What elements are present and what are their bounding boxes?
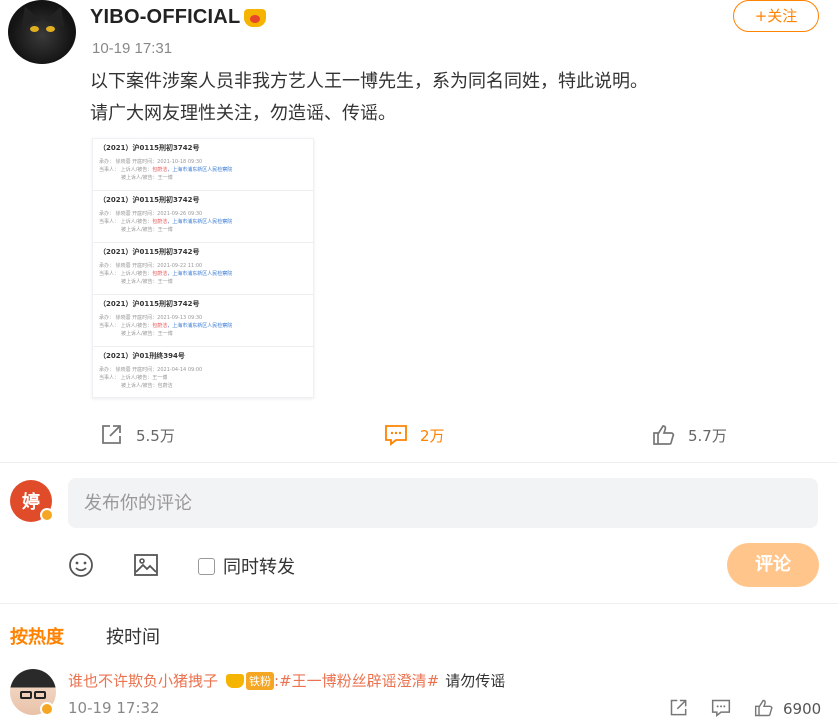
- case-number: （2021）沪0115刑初3742号: [99, 144, 200, 152]
- case-parties-text: 当事人： 上诉人/被告：: [99, 271, 153, 277]
- comment-content: 谁也不许欺负小猪拽子 铁粉 :#王一博粉丝辟谣澄清# 请勿传谣: [68, 670, 505, 691]
- author-avatar[interactable]: [8, 0, 76, 64]
- case-procuratorate: ，上海市浦东新区人民检察院: [167, 167, 233, 173]
- commenter-name[interactable]: 谁也不许欺负小猪拽子: [68, 670, 218, 691]
- post-text-line: 以下案件涉案人员非我方艺人王一博先生，系为同名同姓，特此说明。: [90, 71, 648, 92]
- case-record: （2021）沪0115刑初3742号 承办： 徐晓蓉 开庭时间：2021-09-2…: [93, 243, 313, 295]
- emoji-icon: [69, 553, 93, 577]
- emoji-button[interactable]: [68, 552, 94, 582]
- share-button[interactable]: 5.5万: [100, 424, 175, 446]
- case-parties: 当事人： 上诉人/被告：包蔚洁，上海市浦东新区人民检察院: [99, 218, 307, 226]
- case-parties: 当事人： 上诉人/被告：包蔚洁，上海市浦东新区人民检察院: [99, 322, 307, 330]
- case-parties-text: 当事人： 上诉人/被告：: [99, 219, 153, 225]
- checkbox-icon[interactable]: [198, 557, 215, 575]
- verified-badge-icon: [40, 702, 54, 716]
- case-defendant: 被上诉人/被告：王一博: [121, 227, 173, 233]
- image-icon: [134, 554, 158, 576]
- verified-badge-icon: [40, 508, 54, 522]
- comment-share-button[interactable]: [669, 698, 689, 722]
- comment-like-button[interactable]: [754, 698, 774, 722]
- comment-time: 10-19 17:32: [68, 699, 160, 717]
- comment-reply-button[interactable]: [711, 698, 731, 722]
- post-text-line: 请广大网友理性关注，勿造谣、传谣。: [90, 103, 396, 124]
- case-record: （2021）沪0115刑初3742号 承办： 徐晓蓉 开庭时间：2021-10-1…: [93, 139, 313, 191]
- case-parties-text: 当事人： 上诉人/被告：王一博: [99, 375, 168, 381]
- divider: [0, 603, 838, 604]
- case-party-name: 包蔚洁: [152, 271, 168, 277]
- case-procuratorate: ，上海市浦东新区人民检察院: [167, 219, 233, 225]
- crown-icon: [244, 8, 267, 27]
- like-button[interactable]: 5.7万: [652, 424, 727, 446]
- comment-like-count: 6900: [783, 700, 822, 718]
- case-record: （2021）沪0115刑初3742号 承办： 徐晓蓉 开庭时间：2021-09-2…: [93, 191, 313, 243]
- follow-button[interactable]: +关注: [733, 0, 819, 32]
- case-number: （2021）沪0115刑初3742号: [99, 196, 200, 204]
- case-procuratorate: ，上海市浦东新区人民检察院: [167, 271, 233, 277]
- my-avatar-char: 婷: [22, 492, 40, 513]
- case-procuratorate: ，上海市浦东新区人民检察院: [167, 323, 233, 329]
- case-parties-text: 当事人： 上诉人/被告：: [99, 167, 153, 173]
- sort-by-time-tab[interactable]: 按时间: [106, 623, 160, 649]
- like-count: 5.7万: [688, 426, 727, 445]
- case-parties: 当事人： 上诉人/被告：王一博: [99, 374, 307, 382]
- crown-icon: [226, 673, 245, 688]
- post-text: 以下案件涉案人员非我方艺人王一博先生，系为同名同姓，特此说明。 请广大网友理性关…: [90, 66, 648, 130]
- case-hearing: 承办： 徐晓蓉 开庭时间：2021-09-22 11:00: [99, 263, 203, 269]
- thumbs-up-icon: [754, 699, 773, 717]
- post-time[interactable]: 10-19 17:31: [92, 40, 172, 57]
- divider: [0, 462, 838, 463]
- case-defendant: 被上诉人/被告：王一博: [121, 331, 173, 337]
- share-icon: [670, 699, 687, 716]
- repost-checkbox[interactable]: 同时转发: [198, 553, 295, 579]
- case-hearing: 承办： 徐晓蓉 开庭时间：2021-10-18 09:30: [99, 159, 203, 165]
- weibo-post: YIBO-OFFICIAL 10-19 17:31 +关注 以下案件涉案人员非我…: [0, 0, 838, 462]
- case-parties-text: 当事人： 上诉人/被告：: [99, 323, 153, 329]
- repost-label: 同时转发: [223, 557, 295, 578]
- case-hearing: 承办： 徐晓蓉 开庭时间：2021-09-26 09:30: [99, 211, 203, 217]
- thumbs-up-icon: [653, 425, 675, 445]
- case-number: （2021）沪0115刑初3742号: [99, 300, 200, 308]
- case-record: （2021）沪01刑终394号承办： 徐晓蓉 开庭时间：2021-04-14 0…: [93, 347, 313, 397]
- comment-icon: [385, 425, 407, 446]
- case-party-name: 包蔚洁: [152, 323, 168, 329]
- comment-icon: [711, 699, 731, 718]
- sort-by-hot-tab[interactable]: 按热度: [10, 623, 64, 649]
- case-defendant: 被上诉人/被告：王一博: [121, 175, 173, 181]
- case-hearing: 承办： 徐晓蓉 开庭时间：2021-04-14 09:00: [99, 367, 203, 373]
- case-party-name: 包蔚洁: [152, 219, 168, 225]
- share-icon: [102, 425, 121, 444]
- case-defendant: 被上诉人/被告：王一博: [121, 279, 173, 285]
- comment-input[interactable]: [68, 478, 818, 528]
- case-parties: 当事人： 上诉人/被告：包蔚洁，上海市浦东新区人民检察院: [99, 166, 307, 174]
- comment-text: 请勿传谣: [445, 672, 506, 690]
- post-actions: 5.5万 2万 5.7万: [0, 418, 838, 458]
- image-upload-button[interactable]: [133, 552, 159, 582]
- case-defendant: 被上诉人/被告：包蔚洁: [121, 383, 173, 389]
- case-hearing: 承办： 徐晓蓉 开庭时间：2021-09-13 09:30: [99, 315, 203, 321]
- fan-badge: 铁粉: [246, 671, 275, 690]
- case-party-name: 包蔚洁: [152, 167, 168, 173]
- comment-button[interactable]: 2万: [384, 424, 445, 446]
- share-count: 5.5万: [136, 426, 175, 445]
- case-number: （2021）沪0115刑初3742号: [99, 248, 200, 256]
- submit-comment-button[interactable]: 评论: [727, 543, 819, 587]
- author-name-row: YIBO-OFFICIAL: [90, 6, 267, 29]
- author-name[interactable]: YIBO-OFFICIAL: [90, 6, 240, 28]
- attached-image[interactable]: （2021）沪0115刑初3742号 承办： 徐晓蓉 开庭时间：2021-10-1…: [92, 138, 314, 398]
- case-record: （2021）沪0115刑初3742号 承办： 徐晓蓉 开庭时间：2021-09-1…: [93, 295, 313, 347]
- case-parties: 当事人： 上诉人/被告：包蔚洁，上海市浦东新区人民检察院: [99, 270, 307, 278]
- hashtag-link[interactable]: :#王一博粉丝辟谣澄清#: [274, 670, 439, 691]
- comment-count: 2万: [420, 426, 445, 445]
- case-number: （2021）沪01刑终394号: [99, 352, 185, 360]
